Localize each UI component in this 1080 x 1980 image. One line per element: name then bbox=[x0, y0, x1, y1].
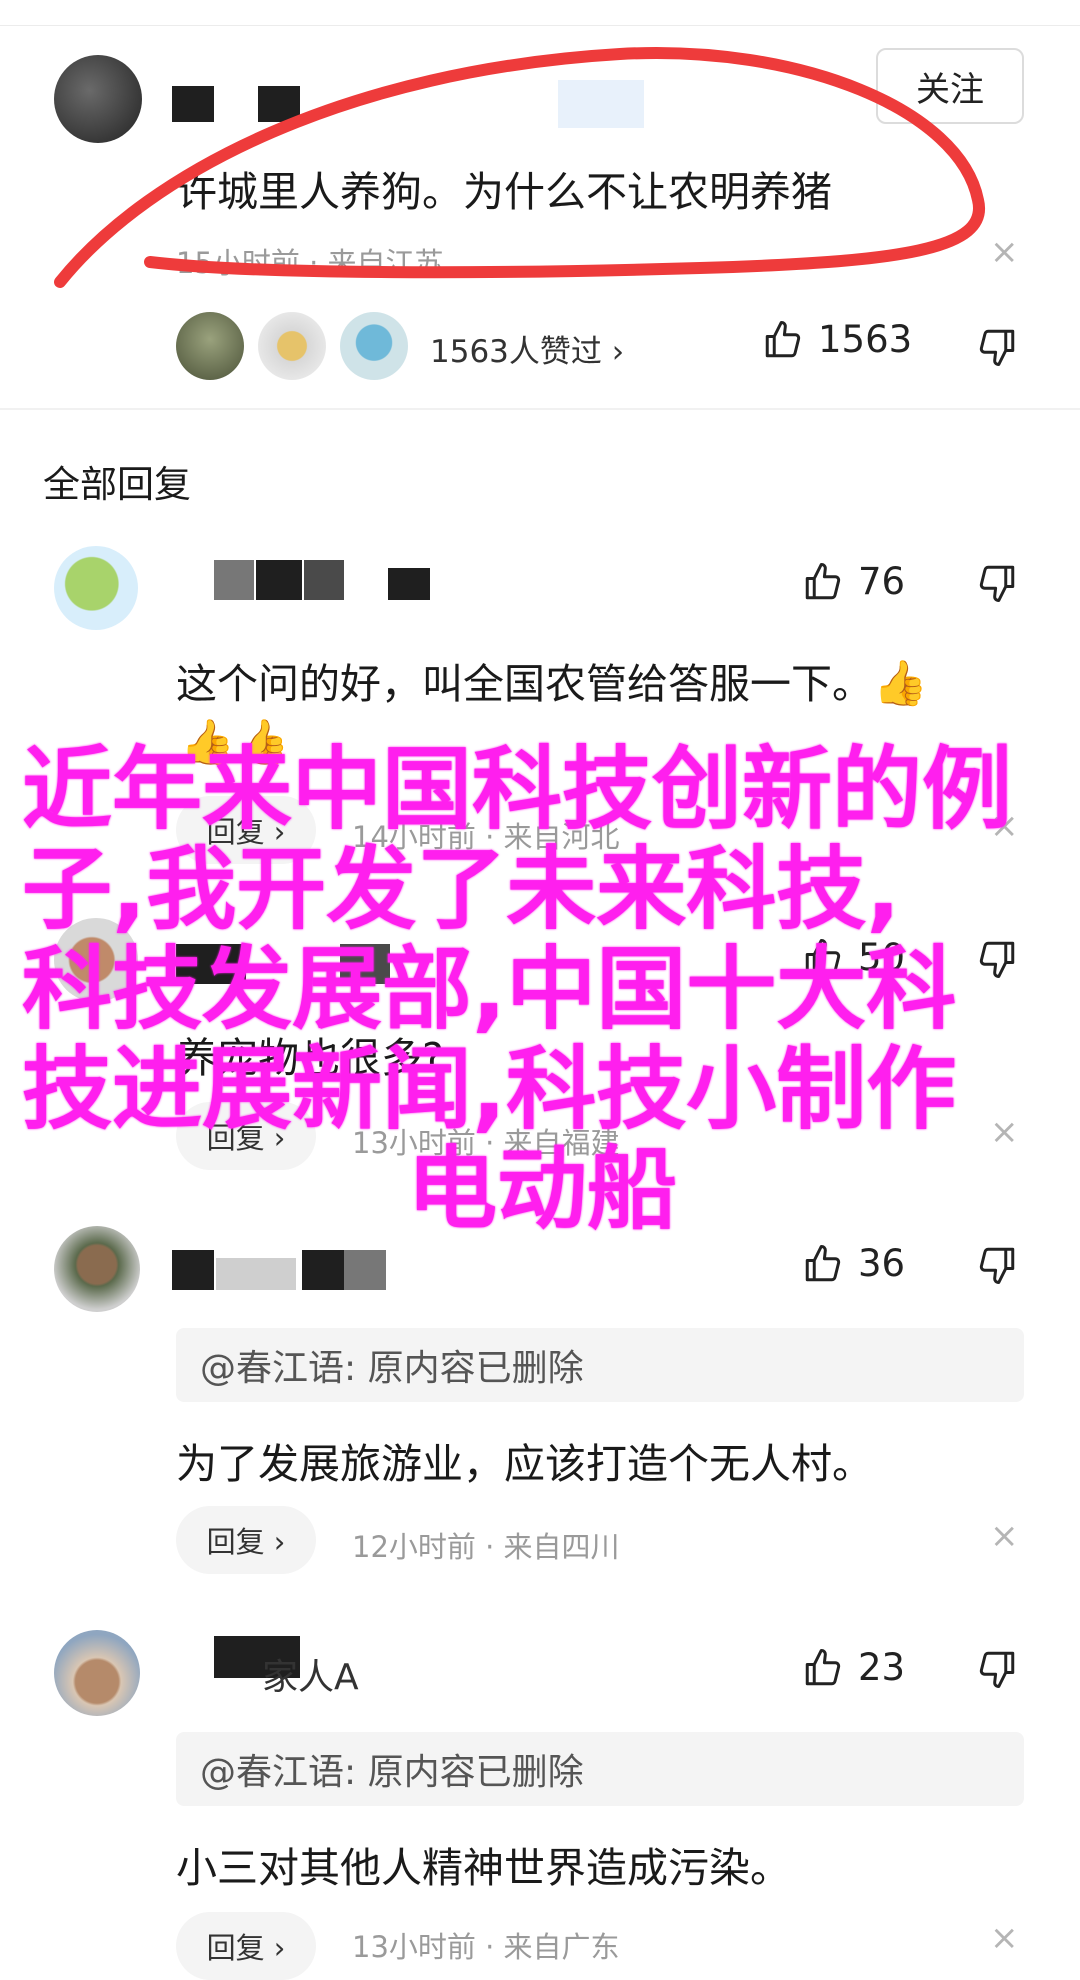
overlay-line-5: 电动船 bbox=[407, 1137, 677, 1242]
liker-avatar-3[interactable] bbox=[340, 312, 408, 380]
overlay-line-3: 科技发展部,中国十大科 bbox=[22, 937, 957, 1042]
close-icon[interactable]: × bbox=[990, 1918, 1019, 1958]
reply-text: 小三对其他人精神世界造成污染。 bbox=[176, 1844, 791, 1892]
like-count: 76 bbox=[858, 560, 906, 603]
overlay-line-2: 子,我开发了未来科技, bbox=[22, 837, 901, 942]
like-control[interactable]: 23 bbox=[802, 1646, 905, 1689]
liker-avatar-2[interactable] bbox=[258, 312, 326, 380]
top-like-control[interactable]: 1563 bbox=[762, 318, 912, 361]
overlay-line-4: 技进展新闻,科技小制作 bbox=[22, 1037, 957, 1142]
reply-text: 为了发展旅游业，应该打造个无人村。 bbox=[176, 1440, 873, 1488]
thumbs-up-emoji: 👍 bbox=[873, 658, 928, 709]
section-title: 全部回复 bbox=[43, 463, 191, 506]
red-annotation-circle bbox=[54, 47, 986, 288]
thumb-up-icon bbox=[805, 1648, 841, 1685]
reply-avatar[interactable] bbox=[54, 546, 138, 630]
username-redaction bbox=[388, 568, 430, 600]
thumb-down-icon[interactable] bbox=[976, 562, 1018, 604]
quoted-comment: @春江语: 原内容已删除 bbox=[176, 1732, 1024, 1806]
username-redaction bbox=[302, 1250, 344, 1290]
reply-meta: 13小时前 · 来自广东 bbox=[352, 1930, 620, 1964]
like-count: 23 bbox=[858, 1646, 906, 1689]
thumb-down-icon[interactable] bbox=[976, 326, 1018, 368]
reply-username: 家人A bbox=[262, 1657, 359, 1698]
thumb-up-icon bbox=[805, 1244, 841, 1281]
reply-meta: 12小时前 · 来自四川 bbox=[352, 1530, 620, 1564]
reply-text: 这个问的好，叫全国农管给答服一下。👍 bbox=[176, 650, 928, 710]
username-redaction bbox=[172, 1250, 214, 1290]
like-count: 36 bbox=[858, 1242, 906, 1285]
username-redaction bbox=[256, 560, 302, 600]
thumb-down-icon[interactable] bbox=[976, 1648, 1018, 1690]
quoted-comment: @春江语: 原内容已删除 bbox=[176, 1328, 1024, 1402]
overlay-headline: 近年来中国科技创新的例 子,我开发了未来科技, 科技发展部,中国十大科 技进展新… bbox=[22, 740, 1062, 1240]
reply-avatar[interactable] bbox=[54, 1630, 140, 1716]
overlay-line-1: 近年来中国科技创新的例 bbox=[22, 737, 1012, 842]
username-redaction bbox=[304, 560, 344, 600]
liked-by-link[interactable]: 1563人赞过 › bbox=[430, 326, 624, 371]
like-count: 1563 bbox=[818, 318, 913, 361]
liker-avatar-1[interactable] bbox=[176, 312, 244, 380]
like-control[interactable]: 76 bbox=[802, 560, 905, 603]
thumb-up-icon bbox=[765, 320, 801, 357]
thumb-up-icon bbox=[805, 562, 841, 599]
username-redaction bbox=[214, 560, 254, 600]
reply-button[interactable]: 回复 › bbox=[176, 1912, 316, 1980]
section-divider bbox=[0, 408, 1080, 410]
username-redaction bbox=[216, 1258, 296, 1290]
like-control[interactable]: 36 bbox=[802, 1242, 905, 1285]
thumb-down-icon[interactable] bbox=[976, 1244, 1018, 1286]
username-redaction bbox=[344, 1250, 386, 1290]
close-icon[interactable]: × bbox=[990, 1516, 1019, 1556]
reply-button[interactable]: 回复 › bbox=[176, 1506, 316, 1574]
reply-text-content: 这个问的好，叫全国农管给答服一下。 bbox=[176, 660, 873, 708]
